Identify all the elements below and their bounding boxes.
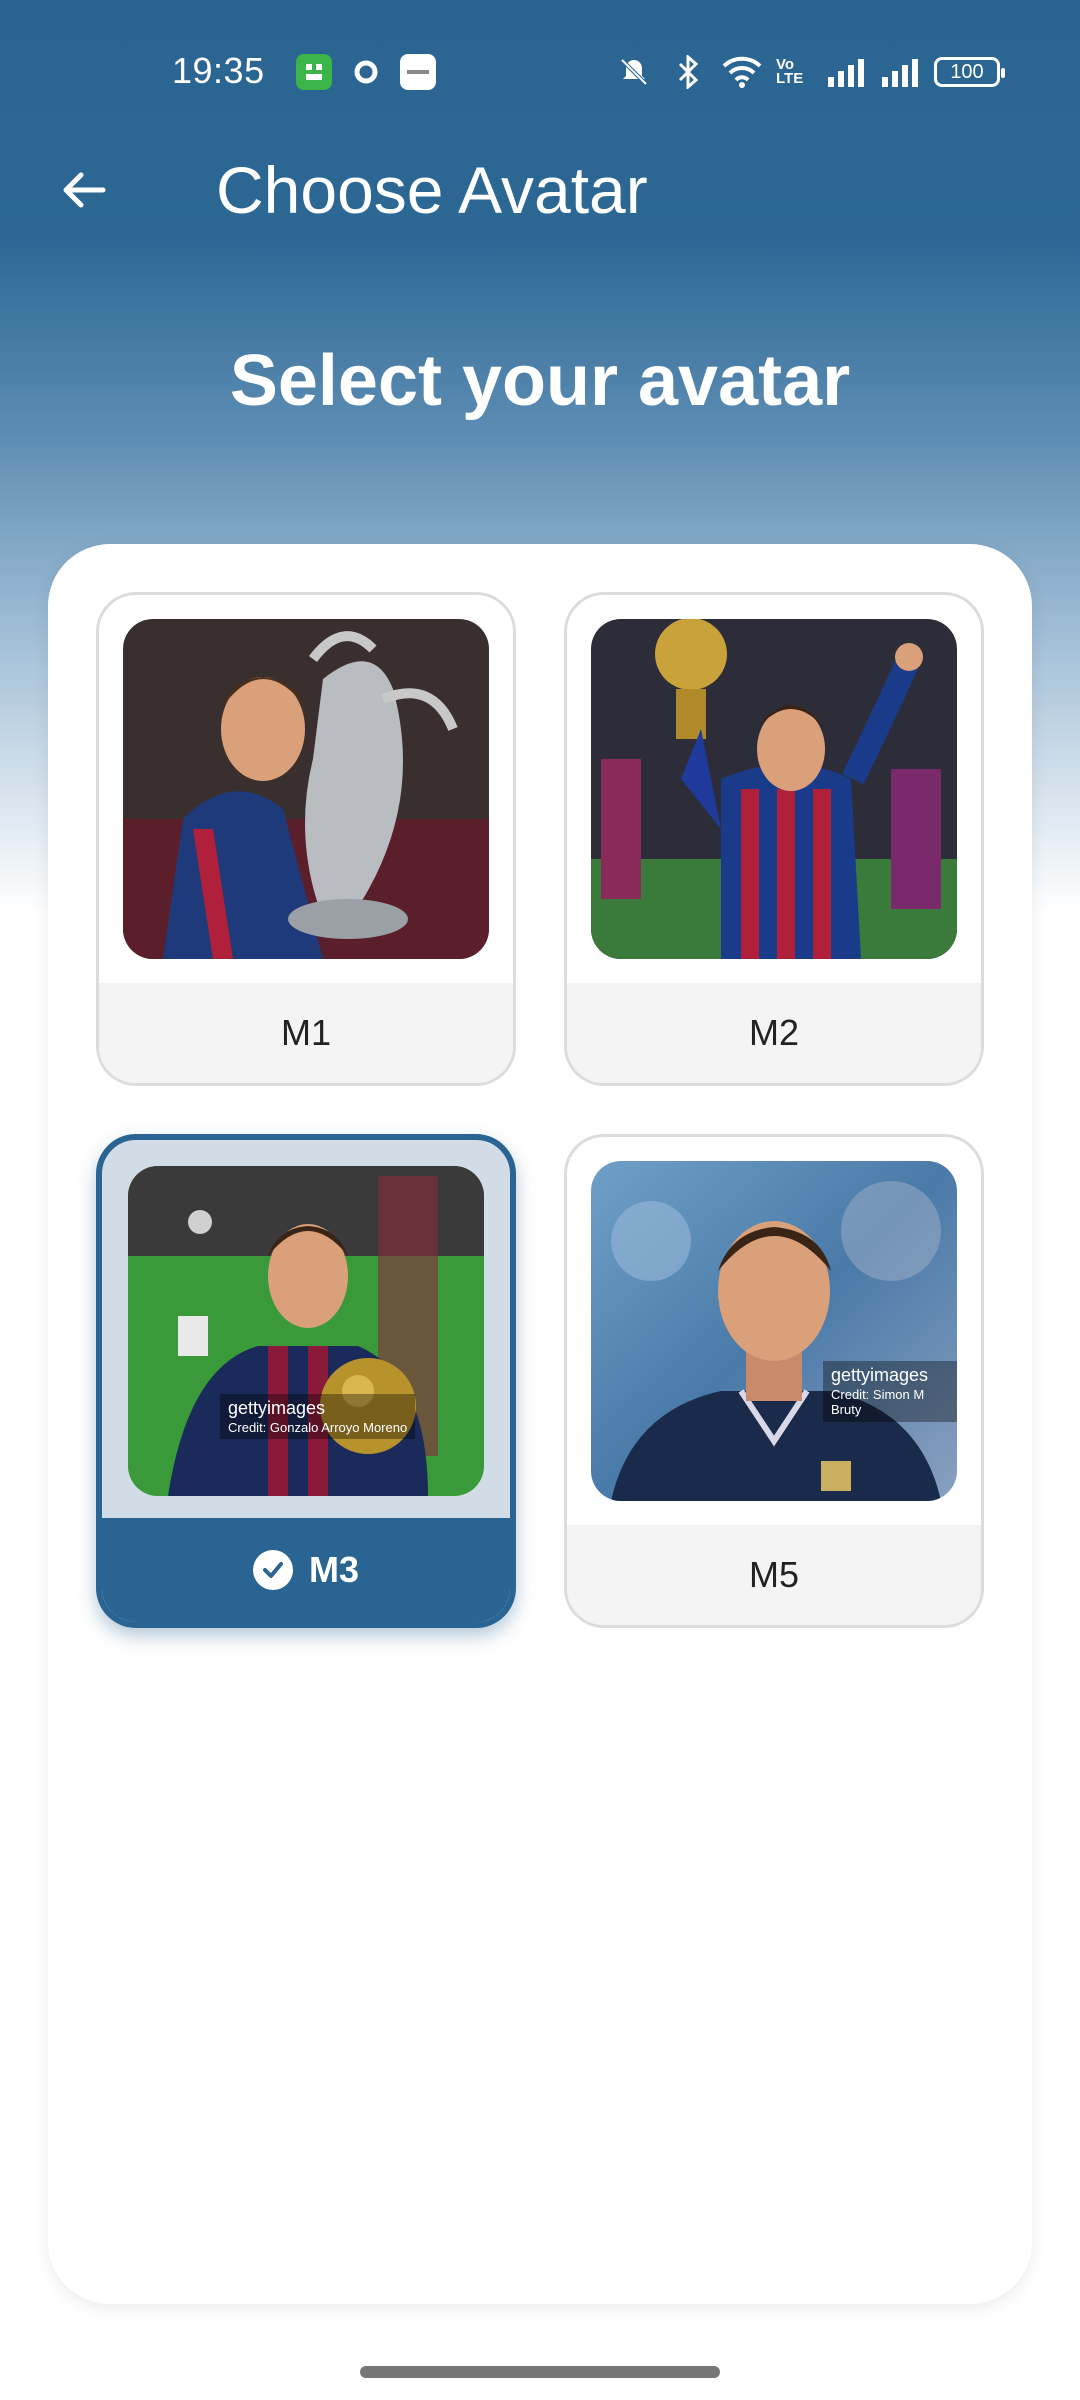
status-bar: 19:35 Vo LTE 100 xyxy=(0,0,1080,146)
battery-icon: 100 xyxy=(934,57,1005,87)
getty-watermark: gettyimages Credit: Gonzalo Arroyo Moren… xyxy=(220,1394,416,1440)
avatar-option-m5[interactable]: gettyimages Credit: Simon M Bruty M5 xyxy=(564,1134,984,1628)
avatar-label: M5 xyxy=(748,1554,799,1595)
bluetooth-icon xyxy=(668,52,708,92)
signal-icon xyxy=(880,52,920,92)
page-title: Choose Avatar xyxy=(216,153,648,227)
mute-bell-icon xyxy=(614,52,654,92)
circle-o-icon xyxy=(348,54,384,90)
battery-level: 100 xyxy=(950,60,984,83)
avatar-option-m2[interactable]: M2 xyxy=(564,592,984,1086)
section-heading: Select your avatar xyxy=(229,341,851,421)
avatar-photo: gettyimages Credit: Gonzalo Arroyo Moren… xyxy=(128,1166,484,1496)
check-circle-icon xyxy=(252,1550,293,1590)
signal-icon xyxy=(826,52,866,92)
volte-text: Vo LTE xyxy=(776,56,804,87)
avatar-option-m3[interactable]: gettyimages Credit: Gonzalo Arroyo Moren… xyxy=(96,1134,516,1628)
avatar-label: M2 xyxy=(748,1012,799,1053)
watermark-brand: gettyimages xyxy=(831,1365,929,1385)
app-bar: Choose Avatar xyxy=(0,146,1080,236)
avatar-label-bar: M1 xyxy=(99,983,513,1083)
status-notification-icons xyxy=(296,54,436,90)
avatar-label-bar: M3 xyxy=(102,1518,510,1622)
avatar-option-m1[interactable]: M1 xyxy=(96,592,516,1086)
avatar-label: M3 xyxy=(308,1549,359,1590)
notification-card-icon xyxy=(400,54,436,90)
avatar-photo xyxy=(123,619,489,959)
wifi-icon xyxy=(722,52,762,92)
getty-watermark: gettyimages Credit: Simon M Bruty xyxy=(823,1361,957,1422)
volte-icon: Vo LTE xyxy=(776,52,812,92)
avatar-photo: gettyimages Credit: Simon M Bruty xyxy=(591,1161,957,1501)
avatar-label-bar: M5 xyxy=(567,1525,981,1625)
status-system-icons: Vo LTE 100 xyxy=(614,52,1005,92)
back-button[interactable] xyxy=(48,154,120,226)
home-indicator[interactable] xyxy=(360,2366,720,2378)
avatar-photo xyxy=(591,619,957,959)
watermark-credit: Credit: Simon M Bruty xyxy=(831,1386,925,1418)
watermark-credit: Credit: Gonzalo Arroyo Moreno xyxy=(228,1419,408,1435)
avatar-grid-card: M1 M2 gettyimages Credit: Gonzalo Arroyo… xyxy=(48,544,1032,2304)
watermark-brand: gettyimages xyxy=(228,1398,326,1418)
app-green-icon xyxy=(296,54,332,90)
status-time: 19:35 xyxy=(172,50,265,91)
arrow-left-icon xyxy=(63,172,106,208)
avatar-label-bar: M2 xyxy=(567,983,981,1083)
avatar-label: M1 xyxy=(280,1012,331,1053)
